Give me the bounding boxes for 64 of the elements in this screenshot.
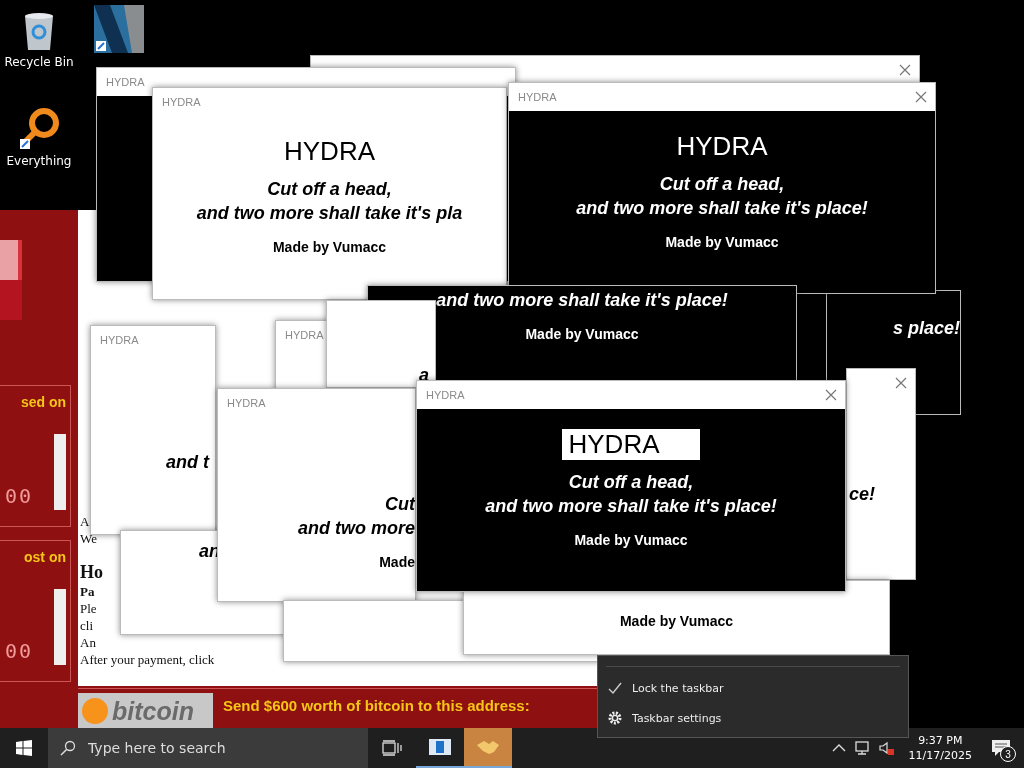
- instruction-text: Ho: [80, 561, 104, 583]
- windows-logo-icon: [16, 740, 32, 756]
- film-icon: [94, 5, 144, 53]
- notification-count: 3: [1000, 746, 1016, 762]
- instruction-text: Ple: [80, 600, 98, 617]
- close-icon[interactable]: [899, 64, 911, 76]
- task-view-icon: [382, 740, 402, 756]
- window-title: HYDRA: [106, 76, 145, 88]
- instruction-text: A: [80, 513, 91, 530]
- window-title: HYDRA: [162, 96, 201, 108]
- icon-label[interactable]: Recycle Bin: [4, 55, 74, 69]
- close-icon[interactable]: [915, 91, 927, 103]
- app-heading: HYDRA: [675, 131, 769, 162]
- tagline-text: and two more: [298, 517, 415, 540]
- tagline-text: and two more shall take it's place!: [576, 197, 868, 220]
- tagline-text: and two more shall take it's place!: [485, 495, 777, 518]
- icon-label[interactable]: Everything: [6, 154, 72, 168]
- close-icon[interactable]: [825, 389, 837, 401]
- network-icon[interactable]: [854, 740, 871, 756]
- window-title: HYDRA: [100, 334, 139, 346]
- instruction-text: cli: [80, 617, 94, 634]
- tagline-text: ce!: [849, 483, 875, 506]
- instruction-text: An: [80, 634, 97, 651]
- notification-button[interactable]: 3: [986, 733, 1016, 763]
- close-icon[interactable]: [895, 377, 907, 389]
- countdown-label: ost on: [24, 549, 66, 565]
- window-app-icon: [429, 739, 451, 755]
- tagline-text: and two more shall take it's place!: [436, 289, 728, 312]
- window-title: HYDRA: [426, 389, 465, 401]
- tagline-text: Cut off a head,: [267, 178, 392, 201]
- menu-item[interactable]: Lock the taskbar: [598, 673, 908, 703]
- countdown-timer: 00: [5, 484, 34, 508]
- credit-text: Made by Vumacc: [574, 532, 688, 548]
- instruction-text: We: [80, 530, 98, 547]
- app-heading: HYDRA: [283, 136, 376, 167]
- search-field[interactable]: Type here to search: [48, 728, 368, 768]
- instruction-text: After your payment, click: [80, 651, 215, 668]
- credit-text: Made: [379, 554, 415, 570]
- search-icon: [60, 740, 76, 756]
- countdown-timer: 00: [5, 639, 34, 663]
- bitcoin-logo: bitcoin: [78, 693, 213, 729]
- tagline-text: Cut: [385, 493, 415, 516]
- credit-text: Made by Vumacc: [525, 326, 639, 342]
- window-title: HYDRA: [227, 397, 266, 409]
- app-heading: HYDRA: [562, 429, 700, 460]
- menu-item[interactable]: Taskbar settings: [598, 703, 908, 733]
- tagline-text: and two more shall take it's pla: [196, 202, 463, 225]
- tagline-text: and t: [166, 451, 209, 474]
- tagline-text: Cut off a head,: [659, 173, 785, 196]
- clock[interactable]: 9:37 PM 11/17/2025: [902, 733, 978, 763]
- volume-muted-icon[interactable]: [878, 740, 895, 756]
- tagline-text: Cut off a head,: [568, 471, 694, 494]
- instruction-text: Pa: [80, 583, 96, 600]
- credit-text: Made by Vumacc: [619, 613, 734, 629]
- credit-text: Made by Vumacc: [272, 239, 387, 255]
- window-title: HYDRA: [285, 329, 324, 341]
- tagline-text: s place!: [892, 317, 960, 340]
- window-title: HYDRA: [518, 91, 557, 103]
- payment-instruction: Send $600 worth of bitcoin to this address:: [223, 697, 530, 714]
- countdown-label: sed on: [20, 394, 66, 410]
- credit-text: Made by Vumacc: [665, 234, 779, 250]
- settings-icon: [608, 711, 622, 725]
- handshake-icon: [476, 739, 500, 755]
- coin-icon: [82, 698, 108, 724]
